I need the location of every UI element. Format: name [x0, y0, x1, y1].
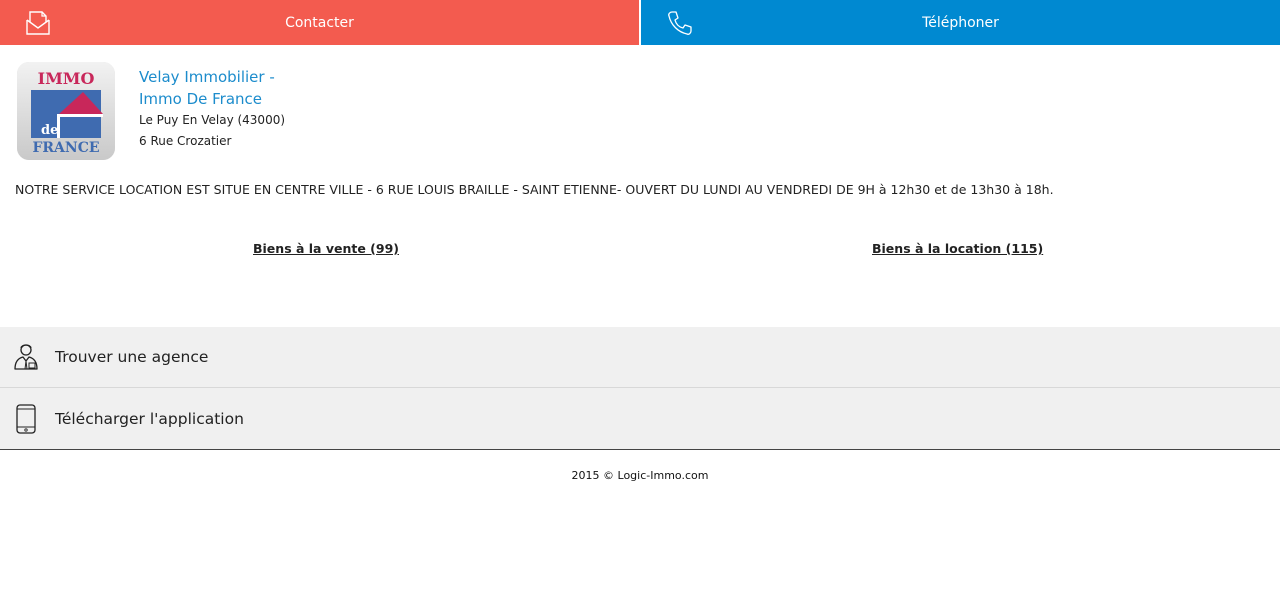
find-agency-item[interactable]: Trouver une agence [0, 327, 1280, 388]
phone-icon [668, 11, 692, 35]
agent-person-icon [14, 344, 38, 370]
sale-listings-link[interactable]: Biens à la vente (99) [253, 241, 399, 256]
bottom-menu: Trouver une agence Télécharger l'applica… [0, 327, 1280, 450]
agency-description: NOTRE SERVICE LOCATION EST SITUE EN CENT… [15, 182, 1054, 197]
svg-text:FRANCE: FRANCE [32, 140, 99, 156]
find-agency-label: Trouver une agence [55, 348, 209, 366]
agency-card: IMMO de FRANCE Velay Immobilier - Immo D… [15, 60, 1265, 164]
rent-listings-link[interactable]: Biens à la location (115) [872, 241, 1043, 256]
agency-name[interactable]: Velay Immobilier - Immo De France [139, 66, 319, 110]
contact-button[interactable]: Contacter [0, 0, 641, 45]
immo-de-france-logo-icon: IMMO de FRANCE [17, 62, 115, 160]
listing-links: Biens à la vente (99) Biens à la locatio… [0, 241, 1280, 261]
phone-button[interactable]: Téléphoner [641, 0, 1280, 45]
agency-address: 6 Rue Crozatier [139, 134, 232, 148]
agency-info: Velay Immobilier - Immo De France Le Puy… [139, 66, 539, 152]
svg-text:IMMO: IMMO [38, 69, 95, 88]
svg-text:de: de [41, 123, 58, 138]
download-app-item[interactable]: Télécharger l'application [0, 388, 1280, 450]
smartphone-icon [16, 403, 36, 434]
top-action-bar: Contacter Téléphoner [0, 0, 1280, 45]
agency-city: Le Puy En Velay (43000) [139, 113, 286, 127]
phone-label: Téléphoner [922, 14, 999, 31]
envelope-icon [26, 11, 50, 35]
contact-label: Contacter [285, 14, 354, 31]
download-app-label: Télécharger l'application [55, 409, 244, 428]
agency-logo: IMMO de FRANCE [17, 62, 115, 160]
footer-copyright: 2015 © Logic-Immo.com [571, 469, 709, 482]
